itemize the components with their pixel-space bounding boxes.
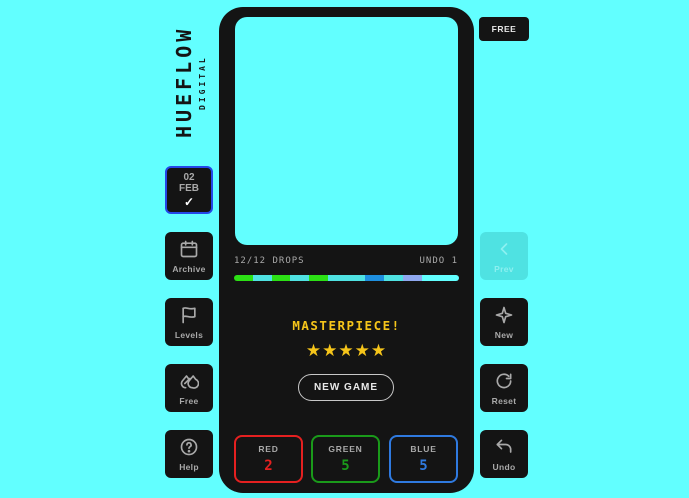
undo-button[interactable]: Undo [480,430,528,478]
new-puzzle-button[interactable]: New [480,298,528,346]
new-label: New [494,329,514,340]
free-mode-button[interactable]: Free [165,364,213,412]
prev-label: Prev [494,263,514,274]
drops-counter: 12/12 DROPS [234,256,305,266]
daily-date-button[interactable]: 02 FEB ✓ [165,166,213,214]
red-color-card[interactable]: RED 2 [234,435,303,483]
prev-button[interactable]: Prev [480,232,528,280]
star-rating: ★★★★★ [305,341,388,361]
undo-label: Undo [492,461,516,472]
red-label: RED [258,444,279,454]
drop-history-segment [402,275,422,281]
drop-history-segment [346,275,366,281]
green-count: 5 [341,458,350,474]
reset-button[interactable]: Reset [480,364,528,412]
app-subtitle: DIGITAL [198,55,207,110]
chevron-left-icon [500,242,508,255]
drop-history-segment [309,275,328,281]
green-color-card[interactable]: GREEN 5 [311,435,380,483]
flag-icon [182,306,196,323]
free-label: Free [179,395,199,406]
drop-history-segment [271,275,291,281]
drop-history-segment [234,275,253,281]
help-button[interactable]: Help [165,430,213,478]
droplets-icon [180,374,199,389]
completed-check-icon: ✓ [183,194,195,209]
help-label: Help [179,461,199,472]
date-day: 02 [183,171,195,183]
drop-history-segment [384,275,403,281]
refresh-icon [496,372,512,388]
levels-label: Levels [174,329,204,340]
sparkle-icon [495,306,513,323]
drop-history-bar [234,275,459,281]
drop-history-segment [327,275,347,281]
undo-counter: UNDO 1 [419,256,458,266]
green-label: GREEN [328,444,363,454]
date-month: FEB [179,182,199,194]
drop-history-segment [440,275,459,281]
red-count: 2 [264,458,273,474]
color-canvas [235,17,458,245]
drop-history-segment [365,275,384,281]
levels-button[interactable]: Levels [165,298,213,346]
free-badge: FREE [479,17,529,41]
app-title: HUEFLOW [172,25,196,138]
drop-history-segment [290,275,309,281]
drop-history-segment [421,275,441,281]
undo-icon [496,439,512,453]
calendar-icon [180,240,198,257]
archive-label: Archive [172,263,206,274]
drop-history-segment [252,275,272,281]
blue-label: BLUE [410,444,437,454]
new-game-button[interactable]: NEW GAME [298,374,394,401]
help-circle-icon [180,438,198,455]
result-title: MASTERPIECE! [292,318,401,333]
reset-label: Reset [491,395,517,406]
blue-count: 5 [419,458,428,474]
blue-color-card[interactable]: BLUE 5 [389,435,458,483]
archive-button[interactable]: Archive [165,232,213,280]
